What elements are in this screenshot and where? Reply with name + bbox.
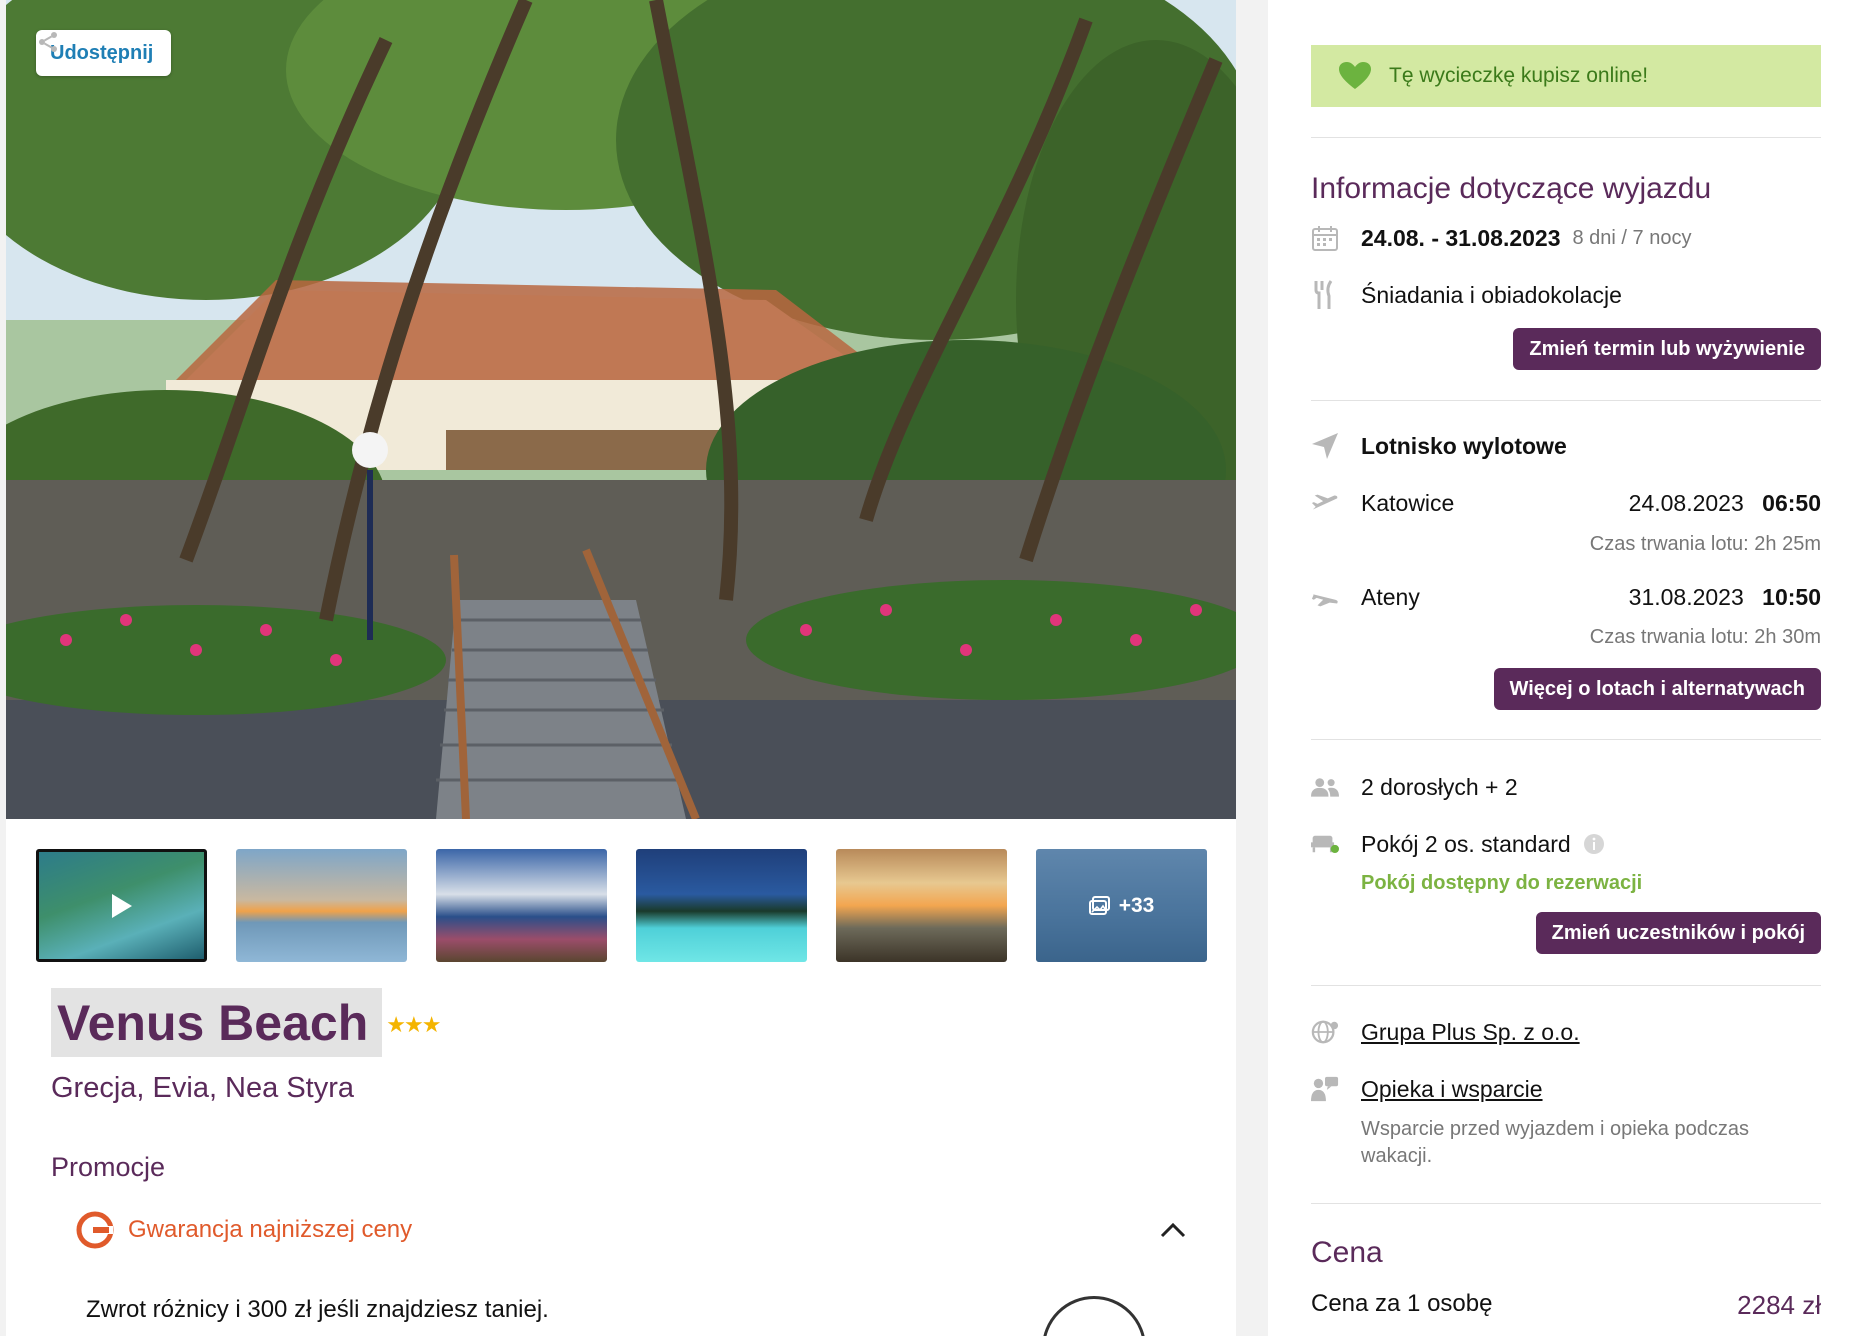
return-time: 10:50: [1762, 583, 1821, 610]
bed-icon: [1311, 830, 1339, 858]
hero-illustration: [6, 0, 1236, 819]
price-guarantee-icon: [76, 1211, 114, 1249]
gallery-thumb-pool[interactable]: [636, 849, 807, 962]
booking-sidebar: Tę wycieczkę kupisz online! Informacje d…: [1268, 0, 1864, 1336]
promotion-description: Zwrot różnicy i 300 zł jeśli znajdziesz …: [86, 1296, 549, 1323]
calendar-icon: [1311, 224, 1339, 252]
heart-icon: [1339, 62, 1371, 89]
trip-info-heading: Informacje dotyczące wyjazdu: [1311, 172, 1712, 205]
info-icon[interactable]: [1583, 833, 1605, 855]
divider: [1311, 739, 1821, 740]
gallery-more-overlay: +33: [1036, 849, 1207, 962]
participants-count: 2 dorosłych + 2: [1361, 773, 1518, 800]
outbound-city: Katowice: [1361, 489, 1455, 516]
gallery-thumb-sunset[interactable]: [236, 849, 407, 962]
divider: [1311, 985, 1821, 986]
divider: [1311, 1203, 1821, 1204]
price-per-person-value: 2284 zł: [1737, 1290, 1821, 1320]
outbound-flight-duration: Czas trwania lotu: 2h 25m: [1589, 533, 1821, 555]
trip-dates-row: 24.08. - 31.08.2023 8 dni / 7 nocy: [1311, 224, 1821, 252]
board-row: Śniadania i obiadokolacje: [1311, 280, 1821, 309]
departure-airport-heading: Lotnisko wylotowe: [1361, 432, 1567, 459]
trip-duration: 8 dni / 7 nocy: [1572, 226, 1692, 249]
globe-person-icon: [1311, 1018, 1339, 1046]
price-heading: Cena: [1311, 1236, 1383, 1269]
room-availability: Pokój dostępny do rezerwacji: [1361, 872, 1643, 894]
board-type: Śniadania i obiadokolacje: [1361, 281, 1622, 308]
support-chat-icon: [1311, 1075, 1339, 1103]
gallery-thumb-more[interactable]: +33: [1036, 849, 1207, 962]
gallery-thumb-beach-bar[interactable]: [836, 849, 1007, 962]
organizer-link[interactable]: Grupa Plus Sp. z o.o.: [1361, 1019, 1580, 1046]
promotion-accordion-header[interactable]: Gwarancja najniższej ceny: [76, 1207, 1186, 1253]
cutlery-icon: [1311, 280, 1339, 309]
buy-online-text: Tę wycieczkę kupisz online!: [1389, 64, 1649, 87]
outbound-date: 24.08.2023: [1628, 489, 1744, 516]
hotel-stars: ★★★: [386, 1012, 441, 1037]
hotel-location: Grecja, Evia, Nea Styra: [51, 1072, 354, 1104]
participants-row: 2 dorosłych + 2: [1311, 773, 1821, 801]
trip-dates: 24.08. - 31.08.2023: [1361, 224, 1561, 251]
support-note: Wsparcie przed wyjazdem i opieka podczas…: [1361, 1118, 1749, 1167]
outbound-time: 06:50: [1762, 489, 1821, 516]
promotion-label: Gwarancja najniższej ceny: [128, 1216, 413, 1243]
play-icon: [111, 893, 132, 918]
change-date-board-button[interactable]: Zmień termin lub wyżywienie: [1513, 328, 1821, 370]
share-icon: [39, 32, 57, 52]
divider: [1311, 400, 1821, 401]
promotions-heading: Promocje: [51, 1152, 166, 1182]
price-per-person-row: Cena za 1 osobę 2284 zł: [1311, 1290, 1821, 1321]
chevron-up-icon[interactable]: [1160, 1222, 1186, 1238]
return-flight-duration: Czas trwania lotu: 2h 30m: [1589, 626, 1821, 648]
more-flights-button[interactable]: Więcej o lotach i alternatywach: [1493, 668, 1821, 710]
hero-photo[interactable]: Udostępnij: [6, 0, 1236, 819]
hotel-content: Udostępnij +33 Venus Beach ★★★ Grecja, E…: [6, 0, 1236, 1336]
divider: [1311, 137, 1821, 138]
return-flight-row: Ateny 31.08.2023 10:50: [1311, 583, 1821, 611]
hotel-name: Venus Beach: [51, 988, 383, 1057]
return-date: 31.08.2023: [1628, 583, 1744, 610]
room-row: Pokój 2 os. standard: [1311, 830, 1821, 858]
room-type: Pokój 2 os. standard: [1361, 830, 1571, 857]
navigation-arrow-icon: [1311, 432, 1339, 460]
outbound-flight-row: Katowice 24.08.2023 06:50: [1311, 489, 1821, 517]
support-link[interactable]: Opieka i wsparcie: [1361, 1076, 1543, 1103]
outbound-datetime: 24.08.2023 06:50: [1629, 490, 1821, 517]
return-datetime: 31.08.2023 10:50: [1629, 584, 1821, 611]
departure-airport-row: Lotnisko wylotowe: [1311, 432, 1821, 460]
people-icon: [1311, 773, 1339, 801]
hotel-title: Venus Beach ★★★: [51, 988, 441, 1057]
plane-landing-icon: [1311, 583, 1339, 611]
change-participants-room-button[interactable]: Zmień uczestników i pokój: [1535, 912, 1821, 954]
gallery-icon: [1088, 895, 1110, 915]
gallery-thumb-video[interactable]: [36, 849, 207, 962]
return-city: Ateny: [1361, 583, 1420, 610]
gallery-thumb-terrace[interactable]: [436, 849, 607, 962]
guarantee-stamp-icon: [1042, 1296, 1146, 1336]
share-label: Udostępnij: [50, 41, 154, 64]
plane-takeoff-icon: [1311, 489, 1339, 517]
gallery-more-count: +33: [1118, 893, 1155, 917]
buy-online-banner: Tę wycieczkę kupisz online!: [1311, 45, 1821, 107]
organizer-row: Grupa Plus Sp. z o.o.: [1311, 1018, 1821, 1046]
share-button[interactable]: Udostępnij: [36, 30, 172, 76]
price-per-person-label: Cena za 1 osobę: [1311, 1290, 1493, 1317]
gallery-thumbnails: +33: [36, 849, 1207, 962]
support-row: Opieka i wsparcie: [1311, 1075, 1821, 1103]
